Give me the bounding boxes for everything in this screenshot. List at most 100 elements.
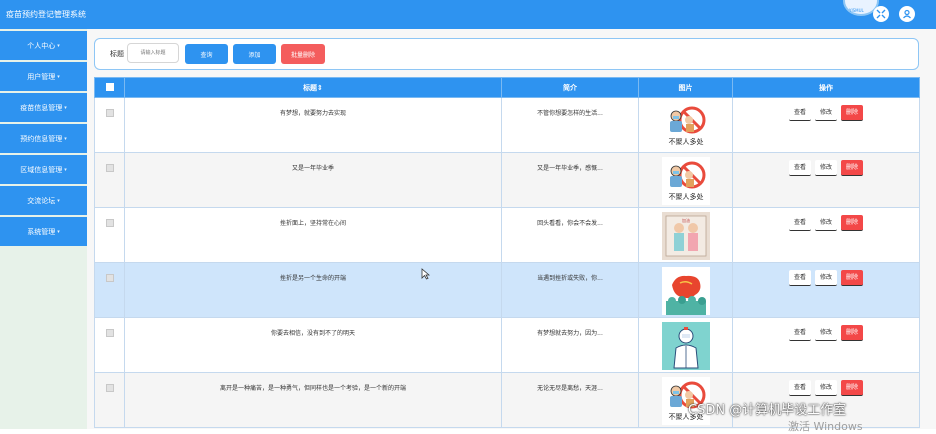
row-select-cell[interactable] <box>94 372 125 428</box>
delete-button[interactable]: 删除 <box>841 380 864 396</box>
view-button[interactable]: 查看 <box>788 105 811 121</box>
image-cell <box>638 317 733 373</box>
user-avatar-button[interactable] <box>899 6 915 22</box>
row-select-cell[interactable] <box>94 262 125 318</box>
title-cell: 又是一年毕业季 <box>124 152 502 208</box>
svg-text:不聚人多处: 不聚人多处 <box>668 137 703 146</box>
select-all-checkbox[interactable] <box>105 83 114 91</box>
batch-delete-button[interactable]: 批量删除 <box>281 44 325 64</box>
search-label: 标题 <box>110 50 124 58</box>
sidebar-item-label: 预约信息管理 <box>20 134 63 143</box>
sidebar-item-region-info[interactable]: 区域信息管理 ▾ <box>0 155 87 184</box>
row-checkbox[interactable] <box>105 274 114 282</box>
edit-button[interactable]: 修改 <box>814 105 837 121</box>
csdn-watermark: CSDN @计算机毕设工作室 <box>688 403 847 418</box>
table-header-row: 标题⇕ 简介 图片 操作 <box>94 77 920 98</box>
fullscreen-button[interactable] <box>873 6 889 22</box>
no-gathering-illustration[interactable]: 不聚人多处 <box>661 157 710 205</box>
actions-cell: 查看 修改 删除 <box>732 97 920 153</box>
edit-button[interactable]: 修改 <box>814 325 837 341</box>
actions-cell: 查看 修改 删除 <box>732 317 920 373</box>
caret-down-icon: ▾ <box>57 228 60 235</box>
title-cell: 挫折是另一个生命的开端 <box>124 262 502 318</box>
intro-cell: 当遇到挫折或失败，你... <box>501 262 639 318</box>
row-checkbox[interactable] <box>105 219 114 227</box>
row-checkbox[interactable] <box>105 329 114 337</box>
actions-cell: 查看 修改 删除 <box>732 152 920 208</box>
view-button[interactable]: 查看 <box>788 160 811 176</box>
sidebar-item-label: 个人中心 <box>27 41 56 50</box>
delete-button[interactable]: 删除 <box>841 160 864 176</box>
view-button[interactable]: 查看 <box>788 270 811 286</box>
svg-text:不聚人多处: 不聚人多处 <box>668 192 703 201</box>
edit-button[interactable]: 修改 <box>814 380 837 396</box>
sidebar-item-system-management[interactable]: 系统管理 ▾ <box>0 217 87 246</box>
intro-cell: 回头看看，你会不会发... <box>501 207 639 263</box>
caret-down-icon: ▾ <box>57 73 60 80</box>
collapse-arrows-icon <box>876 9 886 19</box>
select-all-header[interactable] <box>94 77 125 98</box>
logo-text: YISMUL <box>849 8 864 13</box>
table-row[interactable]: 有梦想，就要努力去实现 不管你想要怎样的生活... 不聚人多处 查看 修改 删除 <box>94 97 920 153</box>
title-cell: 有梦想，就要努力去实现 <box>124 97 502 153</box>
caret-down-icon: ▾ <box>64 104 67 111</box>
table-row[interactable]: 你要去相信，没有到不了的明天 有梦想就去努力，因为... 查看 修改 删除 <box>94 317 920 373</box>
title-cell: 离开是一种痛苦，是一种勇气，但同样也是一个考验，是一个新的开端 <box>124 372 502 428</box>
sidebar-item-vaccine-info[interactable]: 疫苗信息管理 ▾ <box>0 93 87 122</box>
caret-down-icon: ▾ <box>64 135 67 142</box>
delete-button[interactable]: 删除 <box>841 105 864 121</box>
sidebar-item-appointment-info[interactable]: 预约信息管理 ▾ <box>0 124 87 153</box>
row-select-cell[interactable] <box>94 152 125 208</box>
row-checkbox[interactable] <box>105 384 114 392</box>
column-header-image: 图片 <box>638 77 733 98</box>
add-button[interactable]: 添加 <box>233 44 276 64</box>
search-input[interactable] <box>127 43 179 63</box>
sidebar: 个人中心 ▾ 用户管理 ▾ 疫苗信息管理 ▾ 预约信息管理 ▾ 区域信息管理 ▾ 交流论坛… <box>0 29 87 429</box>
row-select-cell[interactable] <box>94 317 125 373</box>
china-map-support-illustration[interactable] <box>661 267 710 315</box>
sidebar-item-forum[interactable]: 交流论坛 ▾ <box>0 186 87 215</box>
row-checkbox[interactable] <box>105 164 114 172</box>
svg-text:加油: 加油 <box>682 217 690 223</box>
delete-button[interactable]: 删除 <box>841 270 864 286</box>
sidebar-item-label: 系统管理 <box>27 227 56 236</box>
query-button[interactable]: 查询 <box>185 44 228 64</box>
view-button[interactable]: 查看 <box>788 215 811 231</box>
intro-cell: 不管你想要怎样的生活... <box>501 97 639 153</box>
windows-activation-notice: 激活 Windows <box>788 420 863 433</box>
sidebar-item-label: 区域信息管理 <box>20 165 63 174</box>
image-cell: 不聚人多处 <box>638 97 733 153</box>
user-icon <box>903 9 911 19</box>
sidebar-item-user-management[interactable]: 用户管理 ▾ <box>0 62 87 91</box>
intro-cell: 又是一年毕业季，感慨... <box>501 152 639 208</box>
data-table: 标题⇕ 简介 图片 操作 有梦想，就要努力去实现 不管你想要怎样的生活... 不… <box>94 77 920 428</box>
delete-button[interactable]: 删除 <box>841 215 864 231</box>
medical-workers-drawing[interactable]: 加油 <box>661 212 710 260</box>
table-row[interactable]: 挫折面上，坚持常在心间 回头看看，你会不会发... 加油 查看 修改 删除 <box>94 207 920 263</box>
column-header-actions: 操作 <box>732 77 920 98</box>
caret-down-icon: ▾ <box>64 166 67 173</box>
intro-cell: 无论无尽是离愁，天涯... <box>501 372 639 428</box>
actions-cell: 查看 修改 删除 <box>732 207 920 263</box>
row-select-cell[interactable] <box>94 207 125 263</box>
no-gathering-illustration[interactable]: 不聚人多处 <box>661 102 710 150</box>
intro-cell: 有梦想就去努力，因为... <box>501 317 639 373</box>
row-select-cell[interactable] <box>94 97 125 153</box>
edit-button[interactable]: 修改 <box>814 270 837 286</box>
edit-button[interactable]: 修改 <box>814 160 837 176</box>
title-cell: 你要去相信，没有到不了的明天 <box>124 317 502 373</box>
sidebar-item-personal-center[interactable]: 个人中心 ▾ <box>0 31 87 60</box>
app-title: 疫苗预约登记管理系统 <box>6 10 86 19</box>
actions-cell: 查看 修改 删除 <box>732 262 920 318</box>
caret-down-icon: ▾ <box>57 197 60 204</box>
edit-button[interactable]: 修改 <box>814 215 837 231</box>
view-button[interactable]: 查看 <box>788 325 811 341</box>
table-row[interactable]: 挫折是另一个生命的开端 当遇到挫折或失败，你... 查看 修改 删除 <box>94 262 920 318</box>
delete-button[interactable]: 删除 <box>841 325 864 341</box>
view-button[interactable]: 查看 <box>788 380 811 396</box>
table-row[interactable]: 又是一年毕业季 又是一年毕业季，感慨... 不聚人多处 查看 修改 删除 <box>94 152 920 208</box>
column-header-title[interactable]: 标题⇕ <box>124 77 502 98</box>
row-checkbox[interactable] <box>105 109 114 117</box>
column-header-intro: 简介 <box>501 77 639 98</box>
doctor-illustration[interactable] <box>661 322 710 370</box>
